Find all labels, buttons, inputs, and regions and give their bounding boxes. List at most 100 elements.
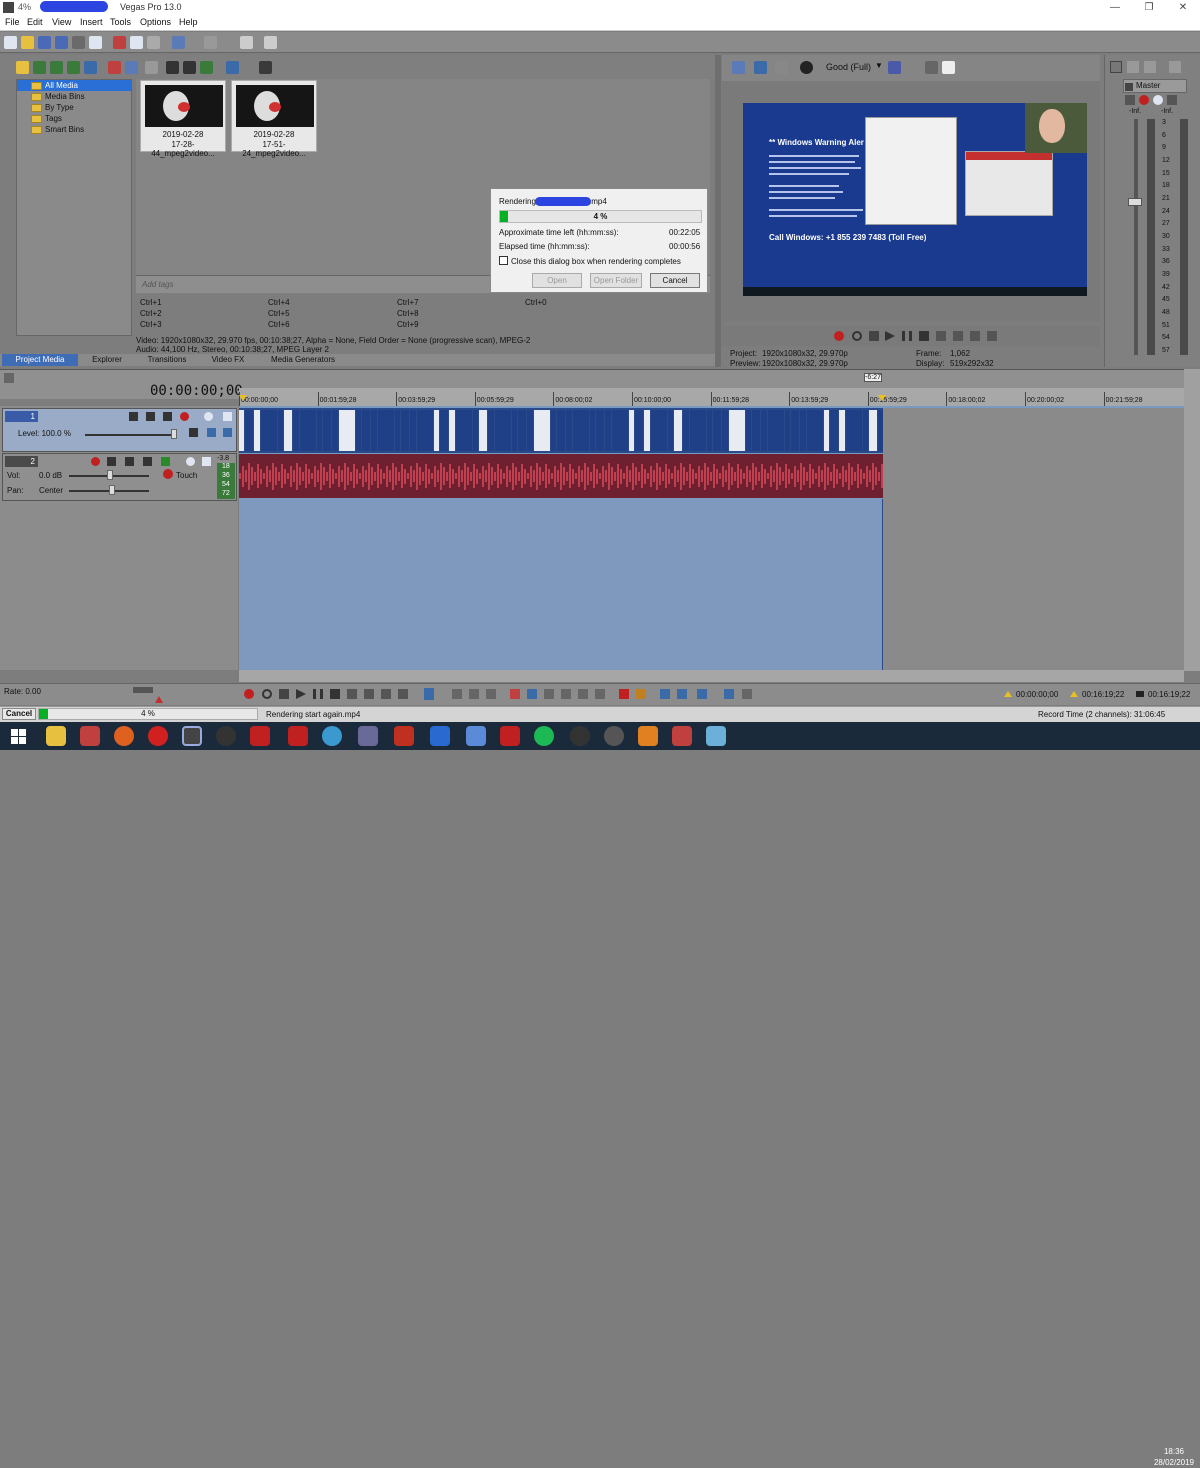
expand-icon[interactable] [189, 428, 198, 437]
app-icon[interactable] [466, 726, 486, 746]
preview-quality[interactable]: Good (Full) [826, 62, 871, 72]
media-fx-icon[interactable] [84, 61, 97, 74]
rate-marker[interactable] [155, 696, 163, 703]
delete-icon[interactable] [510, 689, 520, 699]
save-snapshot-icon[interactable] [942, 61, 955, 74]
parent-icon[interactable] [207, 428, 216, 437]
start-icon[interactable] [8, 726, 28, 746]
new-icon[interactable] [4, 36, 17, 49]
menu-tools[interactable]: Tools [110, 17, 131, 27]
tab-video-fx[interactable]: Video FX [200, 354, 256, 366]
pdf-icon[interactable] [288, 726, 308, 746]
close-icon[interactable]: ✕ [1166, 0, 1200, 15]
ignore-grouping-icon[interactable] [742, 689, 752, 699]
browser-icon[interactable] [322, 726, 342, 746]
enable-snapping-icon[interactable] [240, 36, 253, 49]
selection-tool-icon[interactable] [469, 689, 479, 699]
mute-icon[interactable] [204, 412, 213, 421]
obs-icon[interactable] [216, 726, 236, 746]
lock-envelopes-icon[interactable] [724, 689, 734, 699]
app-icon[interactable] [500, 726, 520, 746]
volume-slider[interactable] [107, 470, 113, 480]
paste-icon[interactable] [147, 36, 160, 49]
next-frame-icon[interactable] [987, 331, 997, 341]
properties-icon[interactable] [125, 61, 138, 74]
selection-length[interactable]: 00:16:19;22 [1148, 690, 1190, 699]
get-media-icon[interactable] [50, 61, 63, 74]
region-icon[interactable] [636, 689, 646, 699]
save-as-icon[interactable] [55, 36, 68, 49]
audio-track-header[interactable]: 2 -3.8 Vol: 0.0 dB Touch Pan: Center 18 … [2, 453, 237, 501]
go-to-start-icon[interactable] [347, 689, 357, 699]
media-item[interactable]: 2019-02-28 17-28-44_mpeg2video... [140, 80, 226, 158]
tree-item-tags[interactable]: Tags [17, 113, 131, 124]
app-icon[interactable] [430, 726, 450, 746]
copy-snapshot-icon[interactable] [925, 61, 938, 74]
timeline-empty-area[interactable] [883, 408, 1184, 670]
rate-slider[interactable] [133, 687, 153, 693]
open-button[interactable]: Open [532, 273, 582, 288]
child-icon[interactable] [223, 428, 232, 437]
stop-icon[interactable] [183, 61, 196, 74]
app-icon[interactable] [394, 726, 414, 746]
cancel-render-button[interactable]: Cancel [650, 273, 700, 288]
tree-item-all-media[interactable]: All Media [17, 80, 131, 91]
ripple-icon[interactable] [697, 689, 707, 699]
remove-icon[interactable] [108, 61, 121, 74]
copy-icon[interactable] [130, 36, 143, 49]
tab-media-generators[interactable]: Media Generators [258, 354, 348, 366]
play-icon[interactable] [296, 689, 306, 699]
app-icon[interactable] [250, 726, 270, 746]
fx-icon[interactable] [146, 412, 155, 421]
record-icon[interactable] [834, 331, 844, 341]
firefox-icon[interactable] [114, 726, 134, 746]
external-monitor-icon[interactable] [754, 61, 767, 74]
play-icon[interactable] [885, 331, 895, 341]
selection-start[interactable]: 00:00:00;00 [1016, 690, 1058, 699]
menu-file[interactable]: File [5, 17, 20, 27]
go-to-start-icon[interactable] [936, 331, 946, 341]
minimize-icon[interactable]: — [1098, 0, 1132, 15]
app-icon[interactable] [638, 726, 658, 746]
lock-icon[interactable] [595, 689, 605, 699]
trim-start-icon[interactable] [544, 689, 554, 699]
system-clock[interactable]: 18:36 28/02/2019 [1150, 1446, 1198, 1468]
trim-end-icon[interactable] [561, 689, 571, 699]
go-to-end-icon[interactable] [953, 331, 963, 341]
loop-icon[interactable] [262, 689, 272, 699]
pause-icon[interactable] [313, 689, 323, 699]
vegas-icon[interactable] [182, 726, 202, 746]
horizontal-scrollbar[interactable] [239, 670, 1184, 682]
render-icon[interactable] [72, 36, 85, 49]
menu-options[interactable]: Options [140, 17, 171, 27]
envelope-tool-icon[interactable] [452, 689, 462, 699]
mute-master-icon[interactable] [1153, 95, 1163, 105]
tree-item-by-type[interactable]: By Type [17, 102, 131, 113]
save-icon[interactable] [38, 36, 51, 49]
video-event[interactable] [239, 408, 883, 453]
play-icon[interactable] [166, 61, 179, 74]
automation-icon[interactable] [143, 457, 152, 466]
level-slider[interactable] [171, 429, 177, 439]
snapping-icon[interactable] [660, 689, 670, 699]
menu-view[interactable]: View [52, 17, 71, 27]
mute-icon[interactable] [186, 457, 195, 466]
stop-icon[interactable] [919, 331, 929, 341]
media-item[interactable]: 2019-02-28 17-51-24_mpeg2video... [231, 80, 317, 158]
gear-icon[interactable] [163, 469, 173, 479]
auto-crossfade-icon[interactable] [677, 689, 687, 699]
dim-icon[interactable] [1167, 95, 1177, 105]
record-icon[interactable] [244, 689, 254, 699]
previous-frame-icon[interactable] [970, 331, 980, 341]
chevron-down-icon[interactable]: ▼ [875, 61, 883, 70]
arm-record-icon[interactable] [91, 457, 100, 466]
timeline-selection-area[interactable] [239, 499, 883, 670]
previous-frame-icon[interactable] [381, 689, 391, 699]
motion-icon[interactable] [129, 412, 138, 421]
app-icon[interactable] [604, 726, 624, 746]
capture-icon[interactable] [33, 61, 46, 74]
refresh-icon[interactable] [67, 61, 80, 74]
pause-icon[interactable] [902, 331, 912, 341]
views-dropdown-icon[interactable] [226, 61, 239, 74]
audio-event[interactable] [239, 454, 883, 498]
